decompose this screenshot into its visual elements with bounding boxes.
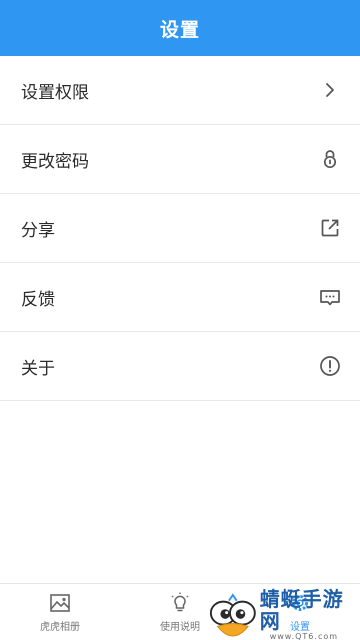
menu-item-label: 关于 <box>21 358 55 379</box>
menu-item-label: 更改密码 <box>21 151 89 172</box>
menu-item-label: 设置权限 <box>21 82 89 103</box>
share-icon <box>318 216 342 240</box>
tab-label: 虎虎相册 <box>40 622 80 633</box>
top-bar: 设置 <box>0 0 360 56</box>
chevron-right-icon <box>318 78 342 102</box>
image-icon <box>48 591 72 615</box>
tab-label: 使用说明 <box>160 622 200 633</box>
tab-album[interactable]: 虎虎相册 <box>0 584 120 640</box>
menu-item-about[interactable]: 关于 <box>0 332 360 401</box>
menu-item-label: 反馈 <box>21 289 55 310</box>
watermark-url: www.QT6.com <box>269 632 339 640</box>
watermark-text: 蜻蜓手游网 www.QT6.com <box>260 588 360 640</box>
dragonfly-logo-icon <box>209 593 256 637</box>
watermark-title: 蜻蜓手游网 <box>259 587 344 633</box>
menu-item-label: 分享 <box>21 220 55 241</box>
menu-item-change-password[interactable]: 更改密码 <box>0 125 360 194</box>
menu-item-share[interactable]: 分享 <box>0 194 360 263</box>
lock-icon <box>318 147 342 171</box>
watermark: 蜻蜓手游网 www.QT6.com <box>208 588 360 640</box>
settings-screen: 设置 设置权限 更改密码 分享 反馈 关于 虎虎相册 使用说明 设置 蜻蜓手游网… <box>0 0 360 640</box>
lightbulb-icon <box>168 591 192 615</box>
menu-item-permissions[interactable]: 设置权限 <box>0 56 360 125</box>
info-icon <box>318 354 342 378</box>
page-title: 设置 <box>159 18 200 41</box>
settings-menu: 设置权限 更改密码 分享 反馈 关于 <box>0 56 360 401</box>
menu-item-feedback[interactable]: 反馈 <box>0 263 360 332</box>
feedback-icon <box>318 285 342 309</box>
